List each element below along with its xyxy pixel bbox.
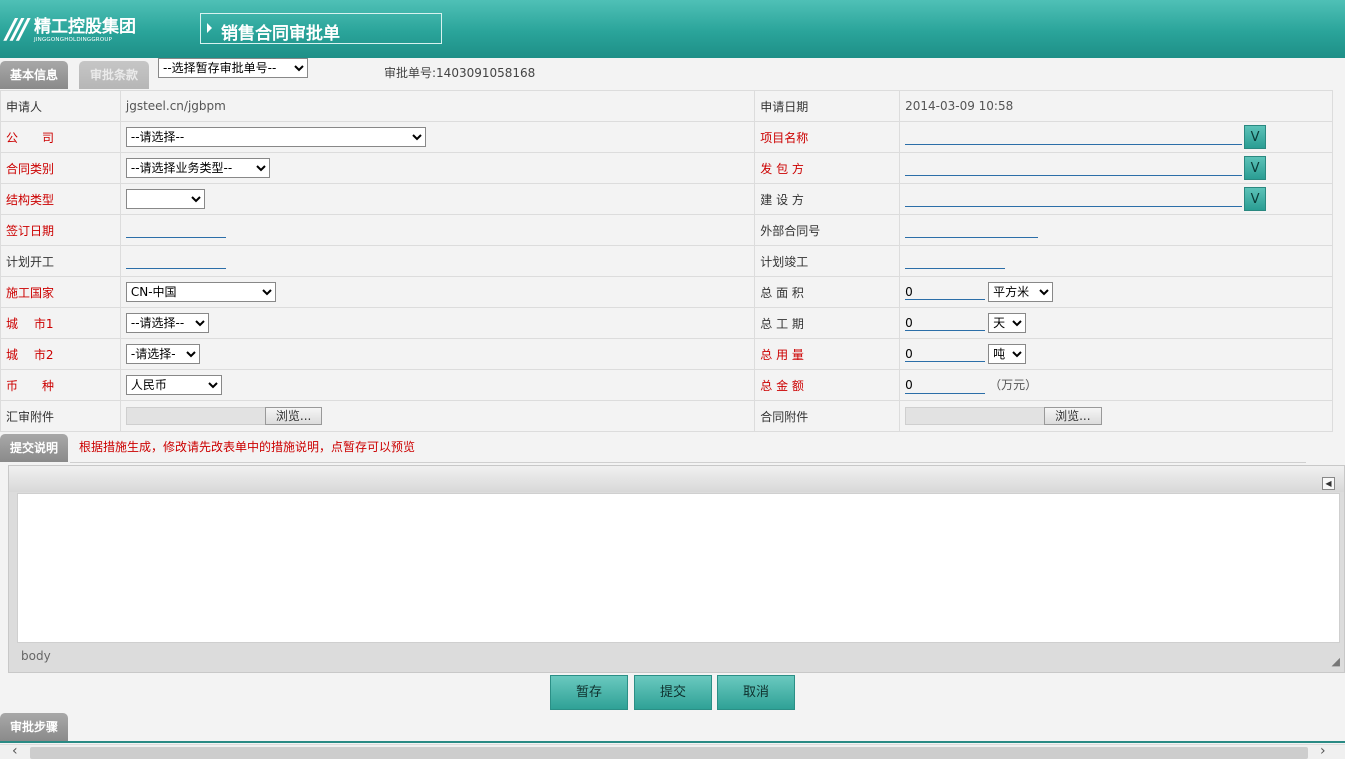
contractor-label: 发 包 方 xyxy=(754,152,901,184)
plan-start-label: 计划开工 xyxy=(0,245,121,277)
city2-select[interactable]: -请选择- xyxy=(125,344,200,364)
sign-date-input[interactable] xyxy=(125,222,226,238)
caret-right-icon xyxy=(207,23,212,33)
save-draft-button[interactable]: 暂存 xyxy=(550,675,628,710)
total-area-label: 总 面 积 xyxy=(754,276,901,308)
company-select[interactable]: --请选择-- xyxy=(125,127,426,147)
remit-attach-label: 汇审附件 xyxy=(0,400,121,432)
logo-mark-icon: /// xyxy=(6,12,29,45)
amount-unit: （万元） xyxy=(989,378,1038,393)
sign-date-label: 签订日期 xyxy=(0,214,121,246)
currency-label: 币 种 xyxy=(0,369,121,401)
contract-attach-label: 合同附件 xyxy=(754,400,901,432)
total-amount-input[interactable] xyxy=(905,377,986,394)
divider xyxy=(0,741,1345,743)
total-period-label: 总 工 期 xyxy=(754,307,901,339)
country-select[interactable]: CN-中国 xyxy=(125,282,276,302)
builder-label: 建 设 方 xyxy=(754,183,901,215)
city1-label: 城 市1 xyxy=(0,307,121,339)
applicant-label: 申请人 xyxy=(0,90,121,122)
editor-element-path: body xyxy=(21,649,51,663)
total-area-input[interactable] xyxy=(905,284,986,300)
page-title-box: 销售合同审批单 xyxy=(200,13,442,44)
project-name-label: 项目名称 xyxy=(754,121,901,153)
tab-submit-description[interactable]: 提交说明 xyxy=(0,434,68,462)
resize-handle-icon[interactable]: ◢ xyxy=(1332,655,1340,668)
remit-attach-field[interactable] xyxy=(125,407,266,425)
app-header: /// 精工控股集团 JINGGONGHOLDINGGROUP 销售合同审批单 xyxy=(0,0,1345,58)
contractor-input[interactable] xyxy=(905,160,1243,176)
city1-select[interactable]: --请选择-- xyxy=(125,313,209,333)
total-usage-label: 总 用 量 xyxy=(754,338,901,370)
builder-lookup-button[interactable]: V xyxy=(1244,187,1267,211)
cancel-button[interactable]: 取消 xyxy=(717,675,795,710)
draft-number-select[interactable]: --选择暂存审批单号-- xyxy=(158,58,308,78)
city2-label: 城 市2 xyxy=(0,338,121,370)
tab-approval-steps[interactable]: 审批步骤 xyxy=(0,713,68,741)
external-contract-input[interactable] xyxy=(905,222,1039,238)
apply-date-label: 申请日期 xyxy=(754,90,901,122)
country-label: 施工国家 xyxy=(0,276,121,308)
external-contract-label: 外部合同号 xyxy=(754,214,901,246)
collapse-toolbar-icon[interactable]: ◀ xyxy=(1322,477,1335,490)
contractor-lookup-button[interactable]: V xyxy=(1244,156,1267,180)
project-lookup-button[interactable]: V xyxy=(1244,125,1267,149)
company-label: 公 司 xyxy=(0,121,121,153)
horizontal-scrollbar[interactable]: ‹ › xyxy=(0,743,1345,759)
submit-button[interactable]: 提交 xyxy=(634,675,712,710)
period-unit-select[interactable]: 天 xyxy=(988,313,1027,333)
contract-type-label: 合同类别 xyxy=(0,152,121,184)
submit-description-note: 根据措施生成，修改请先改表单中的措施说明，点暂存可以预览 xyxy=(79,440,416,454)
logo-text: 精工控股集团 xyxy=(34,17,136,37)
currency-select[interactable]: 人民币 xyxy=(125,375,222,395)
usage-unit-select[interactable]: 吨 xyxy=(988,344,1027,364)
scroll-left-icon[interactable]: ‹ xyxy=(12,743,18,759)
scrollbar-thumb[interactable] xyxy=(30,747,1308,759)
structure-type-label: 结构类型 xyxy=(0,183,121,215)
builder-input[interactable] xyxy=(905,191,1243,207)
approval-number: 审批单号:1403091058168 xyxy=(384,66,536,80)
apply-date-value: 2014-03-09 10:58 xyxy=(899,90,1333,122)
logo-subtext: JINGGONGHOLDINGGROUP xyxy=(34,37,113,43)
tab-approval-terms[interactable]: 审批条款 xyxy=(79,61,149,89)
contract-browse-button[interactable]: 浏览... xyxy=(1044,407,1102,425)
applicant-value: jgsteel.cn/jgbpm xyxy=(119,90,756,122)
remit-browse-button[interactable]: 浏览... xyxy=(264,407,323,425)
total-amount-label: 总 金 额 xyxy=(754,369,901,401)
project-name-input[interactable] xyxy=(905,129,1243,145)
page-title: 销售合同审批单 xyxy=(221,24,340,44)
plan-finish-input[interactable] xyxy=(905,253,1006,269)
total-usage-input[interactable] xyxy=(905,346,986,362)
total-period-input[interactable] xyxy=(905,315,986,331)
structure-type-select[interactable] xyxy=(125,189,205,209)
area-unit-select[interactable]: 平方米 xyxy=(988,282,1054,302)
tab-basic-info[interactable]: 基本信息 xyxy=(0,61,68,89)
contract-attach-field[interactable] xyxy=(905,407,1046,425)
company-logo: /// 精工控股集团 JINGGONGHOLDINGGROUP xyxy=(6,10,136,50)
plan-start-input[interactable] xyxy=(125,253,226,269)
rich-text-editor: ◀ body ◢ xyxy=(8,465,1345,673)
plan-finish-label: 计划竣工 xyxy=(754,245,901,277)
editor-toolbar: ◀ xyxy=(9,466,1344,492)
contract-form: 申请人 jgsteel.cn/jgbpm 申请日期 2014-03-09 10:… xyxy=(0,90,1333,432)
divider xyxy=(70,462,1306,463)
editor-content-area[interactable] xyxy=(17,493,1340,643)
scroll-right-icon[interactable]: › xyxy=(1320,743,1326,759)
contract-type-select[interactable]: --请选择业务类型-- xyxy=(125,158,270,178)
